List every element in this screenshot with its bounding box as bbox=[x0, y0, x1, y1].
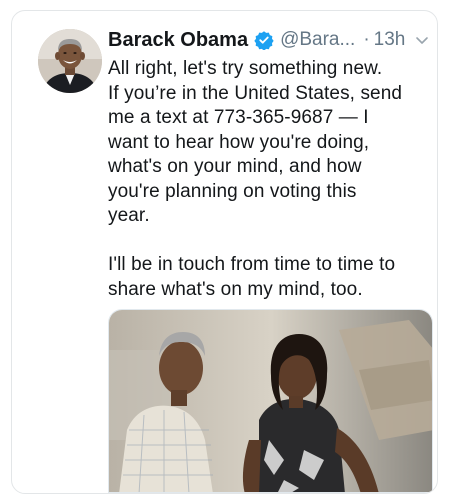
timestamp[interactable]: 13h bbox=[374, 29, 406, 51]
tweet-photo[interactable] bbox=[108, 309, 433, 493]
photo-image bbox=[109, 310, 432, 492]
tweet-text: All right, let's try something new. If y… bbox=[108, 58, 403, 300]
avatar[interactable] bbox=[38, 29, 102, 93]
chevron-down-icon[interactable] bbox=[415, 33, 429, 47]
tweet-card[interactable]: Barack Obama @Bara... · 13h All right, l… bbox=[11, 10, 438, 494]
separator-dot: · bbox=[363, 29, 370, 50]
author-handle[interactable]: @Bara... bbox=[280, 29, 355, 51]
avatar-photo bbox=[38, 29, 102, 93]
tweet-header: Barack Obama @Bara... · 13h bbox=[108, 25, 437, 55]
verified-badge-icon bbox=[254, 30, 274, 50]
author-name[interactable]: Barack Obama bbox=[108, 29, 248, 52]
